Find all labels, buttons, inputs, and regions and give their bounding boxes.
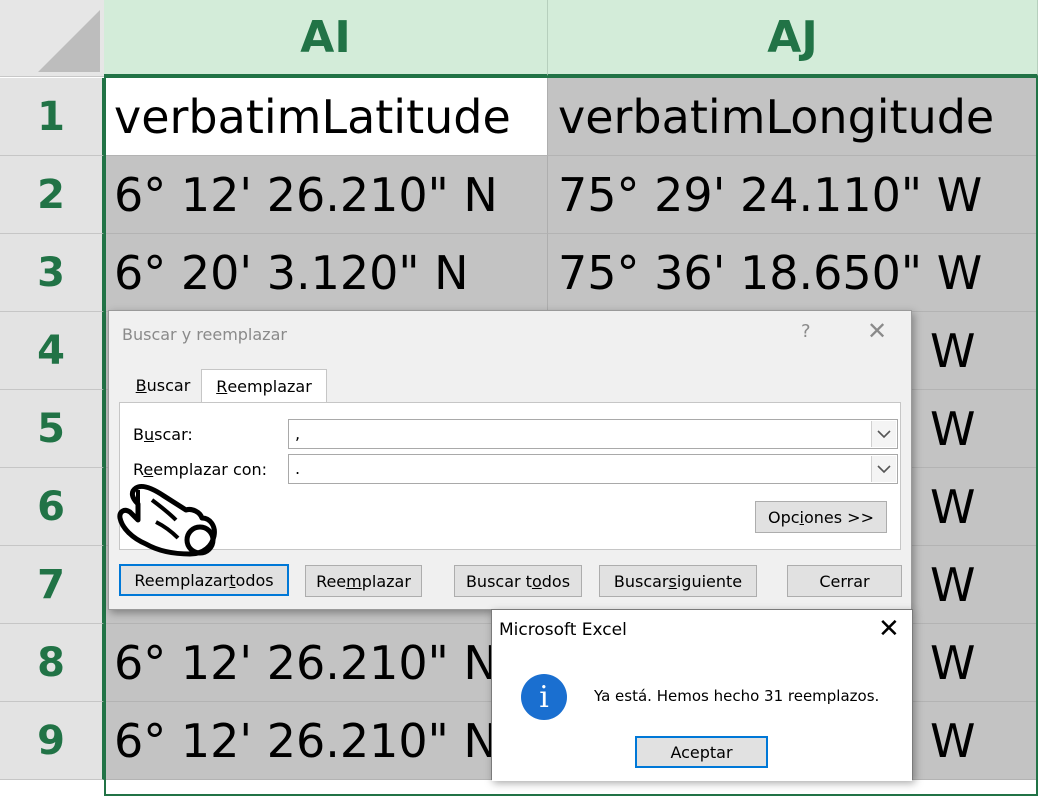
options-pre: Opc — [767, 507, 800, 527]
row-header-8[interactable]: 8 — [0, 624, 104, 702]
close-icon[interactable]: ✕ — [867, 317, 887, 345]
replace-tab-panel: Buscar: , Reemplazar con: . Opc i ones >> — [119, 402, 901, 550]
find-next-pre: Buscar — [613, 571, 669, 591]
replace-button[interactable]: Ree m plazar — [305, 565, 422, 597]
find-next-button[interactable]: Buscar s iguiente — [599, 565, 757, 597]
find-label-pre: B — [133, 425, 144, 444]
close-button[interactable]: Cerrar — [787, 565, 902, 597]
replace-all-post: odos — [235, 570, 274, 590]
chevron-down-icon[interactable] — [871, 421, 896, 447]
chevron-down-icon[interactable] — [871, 456, 896, 482]
replace-accel: m — [346, 571, 362, 591]
cell-ai9[interactable]: 6° 12' 26.210" N — [104, 702, 548, 780]
excel-message-box: Microsoft Excel ✕ i Ya está. Hemos hecho… — [491, 609, 913, 781]
tab-buscar-accel: B — [135, 376, 147, 395]
row-header-3[interactable]: 3 — [0, 234, 104, 312]
replace-label-accel: e — [143, 460, 154, 479]
cell-aj3[interactable]: 75° 36' 18.650" W — [548, 234, 1038, 312]
hand-cursor-icon — [117, 483, 217, 557]
row-header-9[interactable]: 9 — [0, 702, 104, 780]
options-button[interactable]: Opc i ones >> — [755, 501, 887, 533]
row-header-5[interactable]: 5 — [0, 390, 104, 468]
find-all-pre: Buscar t — [465, 571, 532, 591]
select-all-corner[interactable] — [0, 0, 105, 77]
find-all-button[interactable]: Buscar t o dos — [454, 565, 582, 597]
column-header-aj[interactable]: AJ — [548, 0, 1038, 76]
replace-input-value: . — [295, 459, 301, 478]
replace-post: plazar — [361, 571, 411, 591]
tab-buscar[interactable]: Buscar — [124, 369, 202, 402]
tab-reemplazar-accel: R — [216, 376, 228, 396]
find-all-post: dos — [541, 571, 571, 591]
dialog-title: Buscar y reemplazar — [122, 325, 287, 344]
row-header-7[interactable]: 7 — [0, 546, 104, 624]
close-icon[interactable]: ✕ — [878, 614, 900, 644]
message-title: Microsoft Excel — [499, 620, 627, 640]
find-next-accel: s — [668, 571, 677, 591]
find-all-accel: o — [531, 571, 542, 591]
row-header-2[interactable]: 2 — [0, 156, 104, 234]
column-header-ai[interactable]: AI — [104, 0, 548, 76]
replace-all-pre: Reemplazar — [134, 570, 230, 590]
message-titlebar: Microsoft Excel ✕ — [492, 610, 912, 650]
replace-input[interactable]: . — [288, 454, 898, 484]
cell-aj1[interactable]: verbatimLongitude — [548, 78, 1038, 156]
cell-aj2[interactable]: 75° 29' 24.110" W — [548, 156, 1038, 234]
find-replace-dialog: Buscar y reemplazar ? ✕ Buscar Reemplaza… — [108, 310, 912, 610]
cell-ai2[interactable]: 6° 12' 26.210" N — [104, 156, 548, 234]
cell-ai1[interactable]: verbatimLatitude — [104, 78, 548, 156]
find-label-post: scar: — [154, 425, 193, 444]
ok-button[interactable]: Aceptar — [635, 736, 768, 768]
options-post: ones >> — [803, 507, 874, 527]
replace-label-pre: R — [133, 460, 144, 479]
message-body: i Ya está. Hemos hecho 31 reemplazos. Ac… — [492, 650, 912, 781]
find-input-value: , — [295, 424, 301, 443]
info-icon: i — [521, 674, 567, 720]
tab-reemplazar[interactable]: Reemplazar — [201, 369, 327, 402]
cell-ai8[interactable]: 6° 12' 26.210" N — [104, 624, 548, 702]
replace-pre: Ree — [316, 571, 347, 591]
message-text: Ya está. Hemos hecho 31 reemplazos. — [594, 687, 880, 705]
find-label-accel: u — [143, 425, 155, 444]
help-icon[interactable]: ? — [801, 321, 811, 342]
select-all-triangle — [38, 10, 100, 72]
tab-buscar-label: uscar — [146, 376, 191, 395]
find-input[interactable]: , — [288, 419, 898, 449]
find-next-post: iguiente — [676, 571, 743, 591]
sheet-edge — [1038, 0, 1047, 790]
replace-label: Reemplazar con: — [133, 460, 267, 479]
tab-reemplazar-label: eemplazar — [227, 376, 312, 396]
cell-ai3[interactable]: 6° 20' 3.120" N — [104, 234, 548, 312]
replace-label-post: emplazar con: — [153, 460, 268, 479]
row-header-1[interactable]: 1 — [0, 78, 104, 156]
find-label: Buscar: — [133, 425, 193, 444]
replace-all-button[interactable]: Reemplazar t odos — [119, 564, 289, 596]
row-header-6[interactable]: 6 — [0, 468, 104, 546]
row-header-4[interactable]: 4 — [0, 312, 104, 390]
